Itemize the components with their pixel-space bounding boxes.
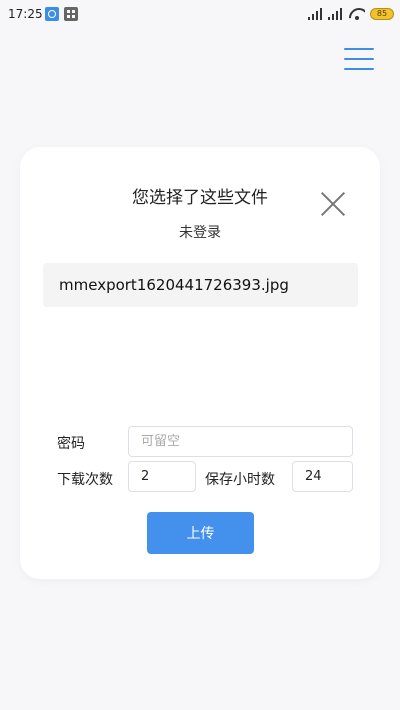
grid-notification-icon: [64, 7, 78, 21]
retention-hours-label: 保存小时数: [205, 472, 275, 488]
file-list-item: mmexport1620441726393.jpg: [43, 263, 358, 307]
signal-icon: [308, 8, 324, 20]
retention-hours-input[interactable]: [292, 461, 353, 492]
menu-icon[interactable]: [344, 48, 374, 70]
password-input[interactable]: [128, 426, 353, 457]
status-time: 17:25: [8, 7, 43, 21]
app-notification-icon: [45, 7, 59, 21]
status-bar: 17:25 85: [0, 0, 400, 30]
password-label: 密码: [57, 436, 85, 452]
close-icon[interactable]: [320, 191, 346, 217]
download-count-input[interactable]: [128, 461, 196, 492]
upload-dialog: 您选择了这些文件 未登录 mmexport1620441726393.jpg 密…: [20, 147, 380, 579]
upload-button[interactable]: 上传: [147, 512, 254, 554]
battery-icon: 85: [370, 8, 394, 20]
screen: 17:25 85 您选择了这些文件 未登录 mmexport1620441726…: [0, 0, 400, 710]
login-status: 未登录: [179, 225, 221, 241]
wifi-icon: [349, 8, 365, 20]
signal-icon-2: [328, 8, 344, 20]
download-count-label: 下载次数: [57, 472, 113, 488]
